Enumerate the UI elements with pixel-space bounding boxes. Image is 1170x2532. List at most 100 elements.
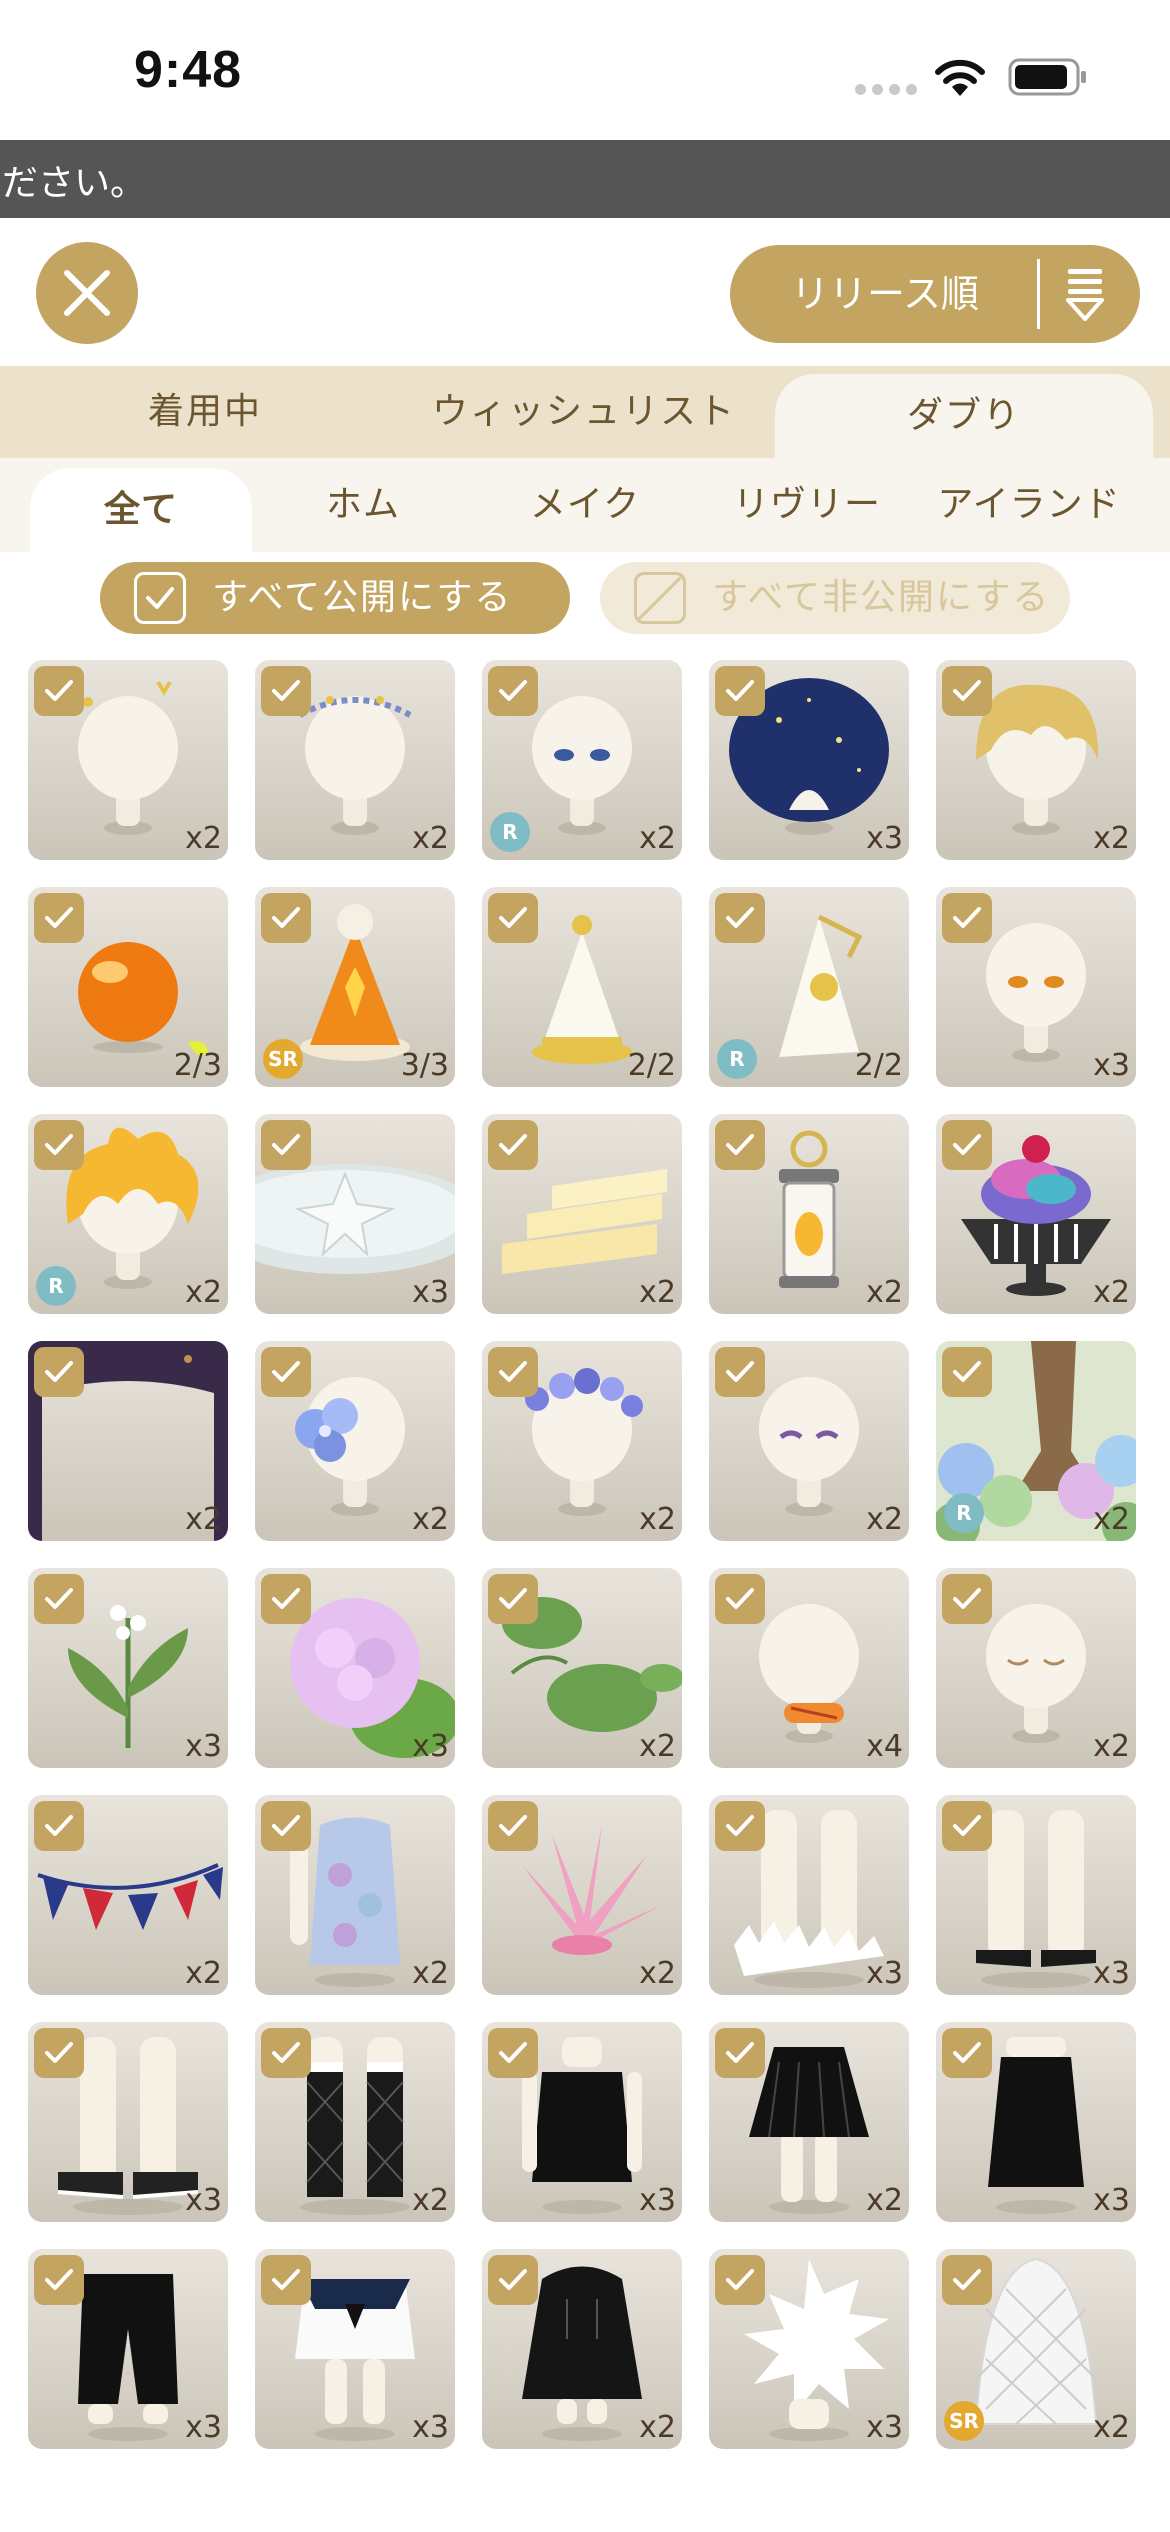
- item-public-checkbox[interactable]: [261, 2255, 311, 2305]
- item-public-checkbox[interactable]: [34, 1801, 84, 1851]
- item-card[interactable]: x3: [482, 2022, 682, 2222]
- item-public-checkbox[interactable]: [261, 1801, 311, 1851]
- item-card[interactable]: x3: [28, 2249, 228, 2449]
- check-icon: [45, 680, 73, 701]
- item-card[interactable]: Rx2: [936, 1341, 1136, 1541]
- item-public-checkbox[interactable]: [34, 1574, 84, 1624]
- item-public-checkbox[interactable]: [34, 2255, 84, 2305]
- item-card[interactable]: x2: [482, 1568, 682, 1768]
- item-public-checkbox[interactable]: [715, 1574, 765, 1624]
- item-public-checkbox[interactable]: [942, 1801, 992, 1851]
- item-public-checkbox[interactable]: [488, 1801, 538, 1851]
- item-public-checkbox[interactable]: [715, 893, 765, 943]
- item-public-checkbox[interactable]: [488, 666, 538, 716]
- item-card[interactable]: x3: [936, 887, 1136, 1087]
- item-card[interactable]: R 2/2: [709, 887, 909, 1087]
- item-card[interactable]: x3: [709, 1795, 909, 1995]
- item-card[interactable]: x2: [482, 2249, 682, 2449]
- tab-livly[interactable]: リヴリー: [696, 458, 918, 552]
- item-card[interactable]: x3: [255, 1114, 455, 1314]
- item-card[interactable]: Rx2: [482, 660, 682, 860]
- item-public-checkbox[interactable]: [261, 2028, 311, 2078]
- item-card[interactable]: SR 3/3: [255, 887, 455, 1087]
- item-public-checkbox[interactable]: [34, 1347, 84, 1397]
- tab-wearing[interactable]: 着用中: [0, 366, 410, 458]
- item-public-checkbox[interactable]: [715, 666, 765, 716]
- tab-wishlist[interactable]: ウィッシュリスト: [384, 366, 784, 458]
- item-card[interactable]: x3: [709, 2249, 909, 2449]
- item-card[interactable]: x2: [709, 1341, 909, 1541]
- item-card[interactable]: x2: [709, 2022, 909, 2222]
- item-card[interactable]: Rx2: [28, 1114, 228, 1314]
- item-card[interactable]: x3: [936, 1795, 1136, 1995]
- item-card[interactable]: x3: [28, 2022, 228, 2222]
- tab-makeup[interactable]: メイク: [474, 458, 696, 552]
- item-public-checkbox[interactable]: [261, 1120, 311, 1170]
- item-card[interactable]: x2: [482, 1795, 682, 1995]
- item-public-checkbox[interactable]: [34, 2028, 84, 2078]
- item-public-checkbox[interactable]: [488, 2028, 538, 2078]
- category-tab-bar: 全て ホム メイク リヴリー アイランド: [0, 458, 1170, 552]
- item-public-checkbox[interactable]: [942, 666, 992, 716]
- tab-homu[interactable]: ホム: [252, 458, 474, 552]
- item-public-checkbox[interactable]: [261, 1347, 311, 1397]
- make-all-public-button[interactable]: すべて公開にする: [100, 562, 570, 634]
- item-public-checkbox[interactable]: [34, 1120, 84, 1170]
- item-public-checkbox[interactable]: [261, 666, 311, 716]
- item-public-checkbox[interactable]: [942, 2255, 992, 2305]
- item-public-checkbox[interactable]: [34, 666, 84, 716]
- item-card[interactable]: x2: [28, 660, 228, 860]
- item-card[interactable]: x2: [482, 1341, 682, 1541]
- item-card[interactable]: x2: [255, 2022, 455, 2222]
- item-card[interactable]: x2: [936, 1568, 1136, 1768]
- item-card[interactable]: x2: [255, 1795, 455, 1995]
- item-public-checkbox[interactable]: [942, 1347, 992, 1397]
- tab-duplicates[interactable]: ダブり: [775, 374, 1153, 458]
- item-card[interactable]: 2/2: [482, 887, 682, 1087]
- item-card[interactable]: x2: [255, 1341, 455, 1541]
- sort-list-icon[interactable]: [1064, 267, 1106, 321]
- item-public-checkbox[interactable]: [34, 893, 84, 943]
- item-card[interactable]: x2: [28, 1795, 228, 1995]
- item-public-checkbox[interactable]: [942, 1574, 992, 1624]
- item-public-checkbox[interactable]: [715, 2255, 765, 2305]
- item-public-checkbox[interactable]: [488, 2255, 538, 2305]
- item-public-checkbox[interactable]: [488, 1120, 538, 1170]
- item-card[interactable]: SR x2: [936, 2249, 1136, 2449]
- item-card[interactable]: x2: [936, 1114, 1136, 1314]
- item-card[interactable]: 2/3: [28, 887, 228, 1087]
- item-card[interactable]: x4: [709, 1568, 909, 1768]
- item-public-checkbox[interactable]: [942, 893, 992, 943]
- item-card[interactable]: x3: [255, 2249, 455, 2449]
- item-card[interactable]: x2: [28, 1341, 228, 1541]
- item-public-checkbox[interactable]: [488, 1574, 538, 1624]
- item-public-checkbox[interactable]: [942, 1120, 992, 1170]
- item-public-checkbox[interactable]: [715, 1120, 765, 1170]
- item-card[interactable]: x3: [709, 660, 909, 860]
- item-card[interactable]: x2: [936, 660, 1136, 860]
- tab-all[interactable]: 全て: [30, 468, 252, 552]
- item-card[interactable]: x3: [28, 1568, 228, 1768]
- item-public-checkbox[interactable]: [488, 1347, 538, 1397]
- item-card[interactable]: x2: [482, 1114, 682, 1314]
- item-public-checkbox[interactable]: [715, 2028, 765, 2078]
- tab-island[interactable]: アイランド: [918, 458, 1140, 552]
- item-card[interactable]: x3: [936, 2022, 1136, 2222]
- check-icon: [499, 1361, 527, 1382]
- make-all-private-button[interactable]: すべて非公開にする: [600, 562, 1070, 634]
- item-card[interactable]: x2: [255, 660, 455, 860]
- item-card[interactable]: x2: [709, 1114, 909, 1314]
- item-public-checkbox[interactable]: [261, 893, 311, 943]
- close-button[interactable]: [36, 242, 138, 344]
- item-count: x2: [1093, 1729, 1130, 1764]
- check-icon: [45, 1815, 73, 1836]
- sort-order-button[interactable]: リリース順: [730, 245, 1140, 343]
- item-card[interactable]: x3: [255, 1568, 455, 1768]
- item-public-checkbox[interactable]: [715, 1347, 765, 1397]
- item-count: x4: [866, 1729, 903, 1764]
- item-public-checkbox[interactable]: [488, 893, 538, 943]
- item-public-checkbox[interactable]: [261, 1574, 311, 1624]
- battery-icon: [1008, 58, 1086, 96]
- item-public-checkbox[interactable]: [942, 2028, 992, 2078]
- item-public-checkbox[interactable]: [715, 1801, 765, 1851]
